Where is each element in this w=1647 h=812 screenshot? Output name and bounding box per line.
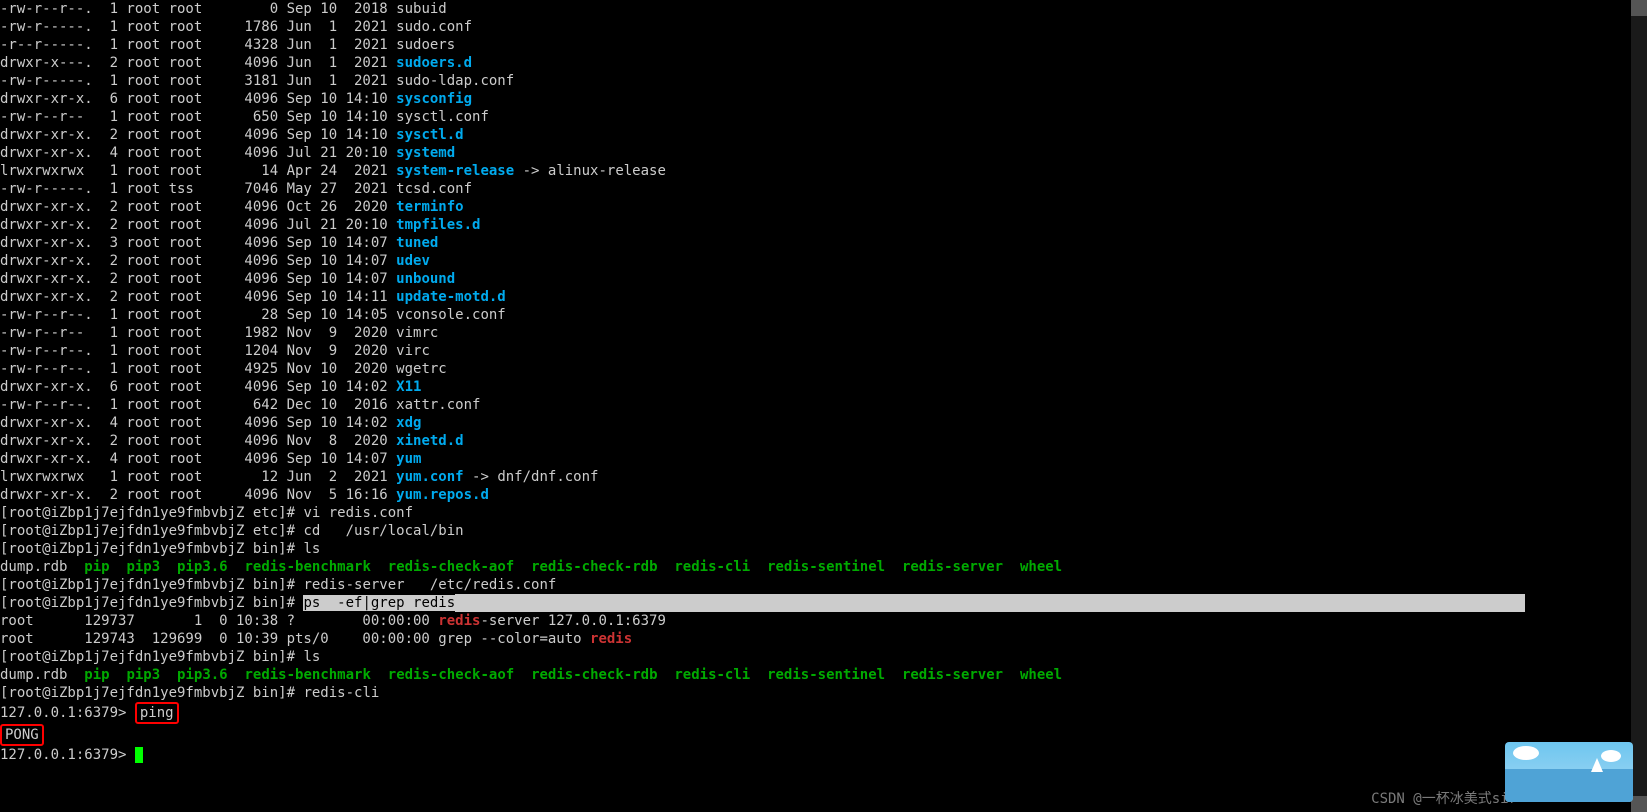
file-row: -rw-r--r--. 1 root root 28 Sep 10 14:05 … bbox=[0, 306, 1647, 324]
file-row: drwxr-xr-x. 6 root root 4096 Sep 10 14:1… bbox=[0, 90, 1647, 108]
file-row: -rw-r-----. 1 root root 1786 Jun 1 2021 … bbox=[0, 18, 1647, 36]
scrollbar[interactable] bbox=[1631, 0, 1647, 812]
ping-annotation: ping bbox=[135, 702, 179, 724]
file-row: drwxr-xr-x. 2 root root 4096 Sep 10 14:0… bbox=[0, 252, 1647, 270]
redis-prompt-cursor[interactable]: 127.0.0.1:6379> bbox=[0, 746, 1647, 764]
file-row: drwxr-xr-x. 2 root root 4096 Jul 21 20:1… bbox=[0, 216, 1647, 234]
prompt-ls1: [root@iZbp1j7ejfdn1ye9fmbvbjZ bin]# ls bbox=[0, 540, 1647, 558]
file-row: lrwxrwxrwx 1 root root 12 Jun 2 2021 yum… bbox=[0, 468, 1647, 486]
file-row: drwxr-xr-x. 2 root root 4096 Sep 10 14:1… bbox=[0, 126, 1647, 144]
file-row: -rw-r-----. 1 root tss 7046 May 27 2021 … bbox=[0, 180, 1647, 198]
file-row: -rw-r--r--. 1 root root 1204 Nov 9 2020 … bbox=[0, 342, 1647, 360]
file-row: -rw-r--r-- 1 root root 1982 Nov 9 2020 v… bbox=[0, 324, 1647, 342]
scroll-down-icon[interactable] bbox=[1631, 796, 1647, 812]
pong-annotation: PONG bbox=[0, 724, 44, 746]
file-row: -rw-r--r--. 1 root root 4925 Nov 10 2020… bbox=[0, 360, 1647, 378]
boat-icon bbox=[1591, 758, 1603, 772]
file-row: drwxr-xr-x. 2 root root 4096 Sep 10 14:0… bbox=[0, 270, 1647, 288]
highlighted-command: ps -ef|grep redis bbox=[303, 595, 455, 611]
prompt-server: [root@iZbp1j7ejfdn1ye9fmbvbjZ bin]# redi… bbox=[0, 576, 1647, 594]
file-row: drwxr-xr-x. 2 root root 4096 Nov 5 16:16… bbox=[0, 486, 1647, 504]
file-row: -rw-r--r--. 1 root root 0 Sep 10 2018 su… bbox=[0, 0, 1647, 18]
redis-ping-line: 127.0.0.1:6379> ping bbox=[0, 702, 1647, 724]
file-row: drwxr-xr-x. 2 root root 4096 Sep 10 14:1… bbox=[0, 288, 1647, 306]
terminal-window[interactable]: -rw-r--r--. 1 root root 0 Sep 10 2018 su… bbox=[0, 0, 1647, 812]
prompt-cli: [root@iZbp1j7ejfdn1ye9fmbvbjZ bin]# redi… bbox=[0, 684, 1647, 702]
prompt-grep: [root@iZbp1j7ejfdn1ye9fmbvbjZ bin]# ps -… bbox=[0, 594, 1647, 612]
file-row: drwxr-xr-x. 4 root root 4096 Sep 10 14:0… bbox=[0, 450, 1647, 468]
file-row: -r--r-----. 1 root root 4328 Jun 1 2021 … bbox=[0, 36, 1647, 54]
ps-line-2: root 129743 129699 0 10:39 pts/0 00:00:0… bbox=[0, 630, 1647, 648]
file-row: drwxr-xr-x. 4 root root 4096 Jul 21 20:1… bbox=[0, 144, 1647, 162]
cursor-icon bbox=[135, 747, 143, 763]
watermark-text: CSDN @一杯冰美式sir bbox=[1371, 790, 1517, 808]
file-row: drwxr-x---. 2 root root 4096 Jun 1 2021 … bbox=[0, 54, 1647, 72]
file-row: drwxr-xr-x. 2 root root 4096 Nov 8 2020 … bbox=[0, 432, 1647, 450]
scroll-up-icon[interactable] bbox=[1631, 0, 1647, 16]
redis-pong-line: PONG bbox=[0, 724, 1647, 746]
file-row: lrwxrwxrwx 1 root root 14 Apr 24 2021 sy… bbox=[0, 162, 1647, 180]
file-row: drwxr-xr-x. 2 root root 4096 Oct 26 2020… bbox=[0, 198, 1647, 216]
file-row: -rw-r-----. 1 root root 3181 Jun 1 2021 … bbox=[0, 72, 1647, 90]
prompt-ls2: [root@iZbp1j7ejfdn1ye9fmbvbjZ bin]# ls bbox=[0, 648, 1647, 666]
file-row: drwxr-xr-x. 4 root root 4096 Sep 10 14:0… bbox=[0, 414, 1647, 432]
file-row: drwxr-xr-x. 3 root root 4096 Sep 10 14:0… bbox=[0, 234, 1647, 252]
file-row: -rw-r--r--. 1 root root 642 Dec 10 2016 … bbox=[0, 396, 1647, 414]
bin-listing-2: dump.rdb pip pip3 pip3.6 redis-benchmark… bbox=[0, 666, 1647, 684]
prompt-cd: [root@iZbp1j7ejfdn1ye9fmbvbjZ etc]# cd /… bbox=[0, 522, 1647, 540]
file-row: -rw-r--r-- 1 root root 650 Sep 10 14:10 … bbox=[0, 108, 1647, 126]
bin-listing-1: dump.rdb pip pip3 pip3.6 redis-benchmark… bbox=[0, 558, 1647, 576]
file-row: drwxr-xr-x. 6 root root 4096 Sep 10 14:0… bbox=[0, 378, 1647, 396]
avatar-badge bbox=[1505, 742, 1633, 802]
ls-output: -rw-r--r--. 1 root root 0 Sep 10 2018 su… bbox=[0, 0, 1647, 504]
prompt-vi: [root@iZbp1j7ejfdn1ye9fmbvbjZ etc]# vi r… bbox=[0, 504, 1647, 522]
ps-line-1: root 129737 1 0 10:38 ? 00:00:00 redis-s… bbox=[0, 612, 1647, 630]
